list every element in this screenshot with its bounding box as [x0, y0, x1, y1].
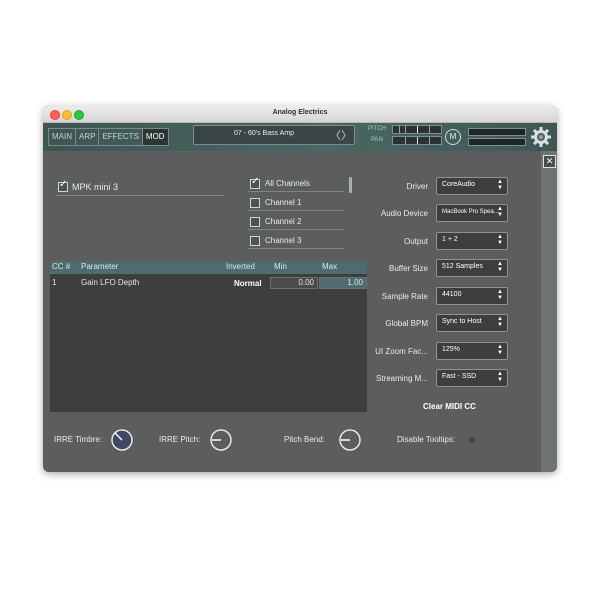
updown-arrow-icon: ▲ ▼ [497, 206, 503, 218]
window-title: Analog Electrics [272, 109, 328, 116]
title-bar: Analog Electrics [43, 106, 557, 123]
channel-label-3: Channel 3 [265, 236, 302, 245]
updown-arrow-icon: ▲ ▼ [497, 234, 503, 246]
cc-mapping-table: CC # Parameter Inverted Min Max 1 Gain L… [50, 261, 367, 412]
streaming-mode-label: Streaming M... [375, 374, 428, 383]
buffer-size-value: 512 Samples [442, 263, 483, 270]
app-window: Analog Electrics MAIN ARP EFFECTS MOD 07… [43, 106, 557, 472]
updown-arrow-icon: ▲ ▼ [497, 289, 503, 301]
row-inverted-toggle[interactable]: Normal [234, 279, 262, 288]
gear-icon[interactable] [530, 126, 552, 148]
row-max-field[interactable]: 1.00 [319, 277, 367, 289]
output-label: Output [403, 237, 428, 246]
channel-divider [248, 248, 344, 249]
plugin-header: MAIN ARP EFFECTS MOD 07 - 60's Bass Amp … [43, 123, 557, 151]
ui-zoom-value: 125% [442, 346, 460, 353]
global-bpm-select[interactable]: Sync to Host ▲ ▼ [436, 314, 508, 332]
channel-label-all: All Channels [265, 179, 310, 188]
channel-checkbox-3[interactable] [250, 236, 260, 246]
row-parameter: Gain LFO Depth [81, 278, 140, 287]
channel-divider [248, 229, 344, 230]
output-meter-right [468, 138, 526, 146]
row-min-field[interactable]: 0.00 [270, 277, 318, 289]
irre-pitch-knob[interactable] [210, 429, 232, 451]
channel-checkbox-all[interactable] [250, 176, 260, 189]
channel-checkbox-2[interactable] [250, 217, 260, 227]
col-header-cc[interactable]: CC # [52, 262, 70, 271]
row-max-value: 1.00 [347, 278, 363, 287]
panel-scrollbar[interactable] [541, 151, 557, 472]
pitch-label: PITCH [368, 126, 386, 132]
col-header-parameter[interactable]: Parameter [81, 262, 118, 271]
tab-main[interactable]: MAIN [49, 129, 76, 145]
updown-arrow-icon: ▲ ▼ [497, 179, 503, 191]
row-min-value: 0.00 [298, 278, 314, 287]
sample-rate-select[interactable]: 44100 ▲ ▼ [436, 287, 508, 305]
global-bpm-value: Sync to Host [442, 318, 482, 325]
channel-divider [248, 191, 344, 192]
driver-select[interactable]: CoreAudio ▲ ▼ [436, 177, 508, 195]
device-checkbox[interactable] [58, 179, 68, 192]
sample-rate-label: Sample Rate [381, 292, 428, 301]
irre-timbre-label: IRRE Timbre: [54, 435, 103, 444]
pitch-bend-label: Pitch Bend: [284, 435, 325, 444]
pitch-slider[interactable] [392, 125, 442, 134]
row-cc: 1 [52, 278, 57, 287]
audio-device-value: MacBook Pro Spea... [442, 209, 499, 215]
cc-table-header: CC # Parameter Inverted Min Max [50, 261, 367, 274]
audio-device-label: Audio Device [380, 209, 428, 218]
channel-label-2: Channel 2 [265, 217, 302, 226]
output-value: 1 + 2 [442, 236, 458, 243]
output-meter-left [468, 128, 526, 136]
col-header-min[interactable]: Min [274, 262, 287, 271]
streaming-mode-select[interactable]: Fast - SSD ▲ ▼ [436, 369, 508, 387]
pan-slider[interactable] [392, 136, 442, 145]
master-m-button[interactable]: M [445, 129, 461, 145]
updown-arrow-icon: ▲ ▼ [497, 316, 503, 328]
disable-tooltips-toggle[interactable] [467, 435, 477, 445]
updown-arrow-icon: ▲ ▼ [497, 371, 503, 383]
irre-pitch-label: IRRE Pitch: [159, 435, 201, 444]
preset-name: 07 - 60's Bass Amp [233, 130, 295, 137]
streaming-mode-value: Fast - SSD [442, 373, 477, 380]
buffer-size-select[interactable]: 512 Samples ▲ ▼ [436, 259, 508, 277]
col-header-inverted[interactable]: Inverted [226, 262, 255, 271]
tab-mod[interactable]: MOD [142, 129, 168, 145]
ui-zoom-select[interactable]: 125% ▲ ▼ [436, 342, 508, 360]
updown-arrow-icon: ▲ ▼ [497, 261, 503, 273]
tab-arp[interactable]: ARP [76, 129, 100, 145]
ui-zoom-label: UI Zoom Fac... [375, 347, 428, 356]
buffer-size-label: Buffer Size [389, 264, 428, 273]
device-name: MPK mini 3 [72, 182, 119, 192]
tab-effects[interactable]: EFFECTS [99, 129, 143, 145]
updown-arrow-icon: ▲ ▼ [497, 344, 503, 356]
driver-value: CoreAudio [442, 181, 476, 188]
channel-label-1: Channel 1 [265, 198, 302, 207]
output-select[interactable]: 1 + 2 ▲ ▼ [436, 232, 508, 250]
preset-nav-arrows-icon[interactable]: 〈〉 [330, 127, 352, 143]
sample-rate-value: 44100 [442, 291, 462, 298]
irre-timbre-knob[interactable] [111, 429, 133, 451]
pan-label: PAN [371, 137, 383, 143]
close-panel-icon[interactable]: ✕ [543, 155, 556, 168]
audio-device-select[interactable]: MacBook Pro Spea... ▲ ▼ [436, 204, 508, 222]
disable-tooltips-label: Disable Tooltips: [397, 435, 456, 444]
device-divider [56, 195, 224, 196]
pitch-bend-knob[interactable] [339, 429, 361, 451]
driver-label: Driver [406, 182, 428, 191]
tab-bar: MAIN ARP EFFECTS MOD [48, 128, 169, 146]
channel-checkbox-1[interactable] [250, 198, 260, 208]
preset-selector[interactable]: 07 - 60's Bass Amp 〈〉 [193, 125, 355, 145]
global-bpm-label: Global BPM [385, 319, 428, 328]
clear-midi-cc-button[interactable]: Clear MIDI CC [423, 402, 476, 411]
